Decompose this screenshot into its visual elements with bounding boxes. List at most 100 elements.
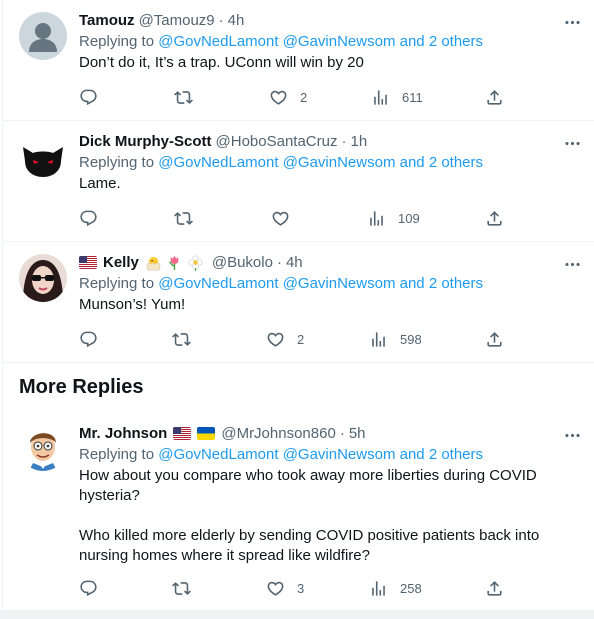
avatar[interactable] <box>19 254 67 302</box>
reply-tweet[interactable]: Kelly @Bukolo · 4h Replying to @GovNedLa… <box>3 242 594 363</box>
ukraine-flag-icon <box>197 427 215 440</box>
timestamp[interactable]: 1h <box>350 131 367 152</box>
views-button[interactable]: 258 <box>369 578 422 598</box>
like-button[interactable] <box>271 208 290 228</box>
like-button[interactable]: 3 <box>266 578 304 598</box>
display-name[interactable]: Dick Murphy-Scott <box>79 131 212 152</box>
reply-button[interactable] <box>79 329 98 349</box>
reply-icon <box>79 209 98 228</box>
action-bar: 3 258 <box>79 578 505 598</box>
views-button[interactable]: 611 <box>371 87 423 107</box>
user-handle[interactable]: @MrJohnson860 <box>221 423 335 444</box>
tweet-text: Munson’s! Yum! <box>79 296 186 313</box>
share-button[interactable] <box>485 208 504 228</box>
separator-dot: · <box>341 133 347 150</box>
share-button[interactable] <box>485 578 504 598</box>
action-bar: 109 <box>79 208 505 228</box>
cartoon-man-avatar-icon <box>19 423 67 471</box>
views-icon <box>369 330 388 349</box>
mention-link[interactable]: @GovNedLamont <box>158 446 278 463</box>
retweet-button[interactable] <box>174 87 193 107</box>
timestamp[interactable]: 4h <box>228 10 245 31</box>
replying-to: Replying to @GovNedLamont @GavinNewsom a… <box>79 273 578 295</box>
more-icon <box>563 255 582 274</box>
replying-to: Replying to @GovNedLamont @GavinNewsom a… <box>79 31 578 53</box>
retweet-icon <box>172 579 191 598</box>
reply-icon <box>79 88 98 107</box>
replying-to-label: Replying to <box>79 33 155 50</box>
reply-tweet[interactable]: Dick Murphy-Scott @HoboSantaCruz · 1h Re… <box>3 121 594 242</box>
more-button[interactable] <box>562 254 582 274</box>
mention-link[interactable]: @GovNedLamont <box>158 33 278 50</box>
more-button[interactable] <box>562 425 582 445</box>
tweet-header: Dick Murphy-Scott @HoboSantaCruz · 1h <box>79 131 578 152</box>
share-icon <box>485 88 504 107</box>
tweet-header: Mr. Johnson @MrJohnson860 · 5h <box>79 423 578 444</box>
user-handle[interactable]: @Bukolo <box>212 252 273 273</box>
avatar[interactable] <box>19 12 67 60</box>
reply-tweet[interactable]: Tamouz @Tamouz9 · 4h Replying to @GovNed… <box>3 0 594 121</box>
like-count: 2 <box>300 89 308 105</box>
mention-link[interactable]: @GavinNewsom <box>283 154 396 171</box>
heart-icon <box>269 88 288 107</box>
user-handle[interactable]: @Tamouz9 <box>139 10 215 31</box>
reply-feed: Tamouz @Tamouz9 · 4h Replying to @GovNed… <box>2 0 594 610</box>
share-button[interactable] <box>485 329 504 349</box>
others-link[interactable]: and 2 others <box>400 33 483 50</box>
mention-link[interactable]: @GavinNewsom <box>283 446 396 463</box>
others-link[interactable]: and 2 others <box>400 446 483 463</box>
retweet-button[interactable] <box>174 208 193 228</box>
retweet-button[interactable] <box>172 578 191 598</box>
display-name[interactable]: Tamouz <box>79 10 135 31</box>
mention-link[interactable]: @GavinNewsom <box>283 275 396 292</box>
more-icon <box>563 426 582 445</box>
like-button[interactable]: 2 <box>266 329 304 349</box>
reply-button[interactable] <box>79 578 98 598</box>
views-button[interactable]: 598 <box>369 329 422 349</box>
reply-button[interactable] <box>79 87 98 107</box>
views-button[interactable]: 109 <box>367 208 420 228</box>
us-flag-icon <box>79 256 97 269</box>
retweet-button[interactable] <box>172 329 191 349</box>
share-icon <box>485 209 504 228</box>
view-count: 109 <box>398 210 420 226</box>
views-icon <box>371 88 390 107</box>
avatar[interactable] <box>19 133 67 181</box>
timestamp[interactable]: 5h <box>349 423 366 444</box>
black-cat-avatar-icon <box>19 133 67 181</box>
reply-icon <box>79 330 98 349</box>
hatching-chick-icon <box>146 256 161 271</box>
mention-link[interactable]: @GovNedLamont <box>158 275 278 292</box>
feed-bottom-divider <box>0 610 594 619</box>
mention-link[interactable]: @GovNedLamont <box>158 154 278 171</box>
heart-icon <box>266 330 285 349</box>
action-bar: 2 611 <box>79 87 505 107</box>
display-name[interactable]: Mr. Johnson <box>79 423 167 444</box>
others-link[interactable]: and 2 others <box>400 275 483 292</box>
tweet-text: Lame. <box>79 175 121 192</box>
views-icon <box>367 209 386 228</box>
mention-link[interactable]: @GavinNewsom <box>283 33 396 50</box>
us-flag-icon <box>173 427 191 440</box>
like-button[interactable]: 2 <box>269 87 307 107</box>
timestamp[interactable]: 4h <box>286 252 303 273</box>
view-count: 598 <box>400 331 422 347</box>
replying-to: Replying to @GovNedLamont @GavinNewsom a… <box>79 444 578 466</box>
tweet-text: Don’t do it, It’s a trap. UConn will win… <box>79 54 364 71</box>
share-button[interactable] <box>485 87 504 107</box>
separator-dot: · <box>276 254 282 271</box>
profile-photo-icon <box>19 254 67 302</box>
like-count: 2 <box>297 331 305 347</box>
tweet-header: Kelly @Bukolo · 4h <box>79 252 578 273</box>
more-button[interactable] <box>562 12 582 32</box>
reply-tweet[interactable]: Mr. Johnson @MrJohnson860 · 5h Replying … <box>3 413 594 610</box>
more-icon <box>563 13 582 32</box>
reply-button[interactable] <box>79 208 98 228</box>
replying-to-label: Replying to <box>79 446 155 463</box>
user-handle[interactable]: @HoboSantaCruz <box>216 131 338 152</box>
separator-dot: · <box>218 12 224 29</box>
more-button[interactable] <box>562 133 582 153</box>
avatar[interactable] <box>19 423 67 471</box>
display-name[interactable]: Kelly <box>103 252 139 273</box>
others-link[interactable]: and 2 others <box>400 154 483 171</box>
